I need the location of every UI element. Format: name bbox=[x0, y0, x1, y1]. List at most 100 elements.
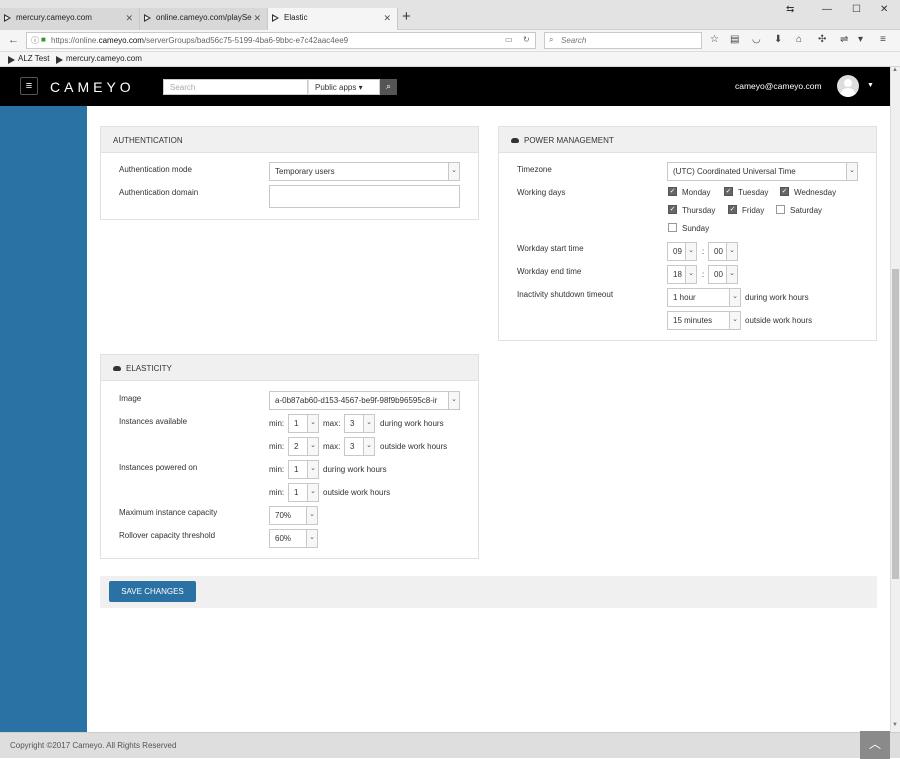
end-minute-select[interactable]: 00 ⌄ bbox=[708, 265, 738, 284]
powered-work-min-select[interactable]: 1 ⌄ bbox=[288, 460, 319, 479]
download-icon[interactable]: ⬇ bbox=[774, 34, 782, 45]
close-icon[interactable]: ✕ bbox=[125, 13, 133, 24]
checkbox-monday[interactable]: ✓ bbox=[668, 187, 677, 196]
app-search-placeholder: Search bbox=[170, 83, 196, 92]
app-search-input[interactable]: Search bbox=[163, 79, 308, 95]
url-bar[interactable]: ⓘ ■ https://online.cameyo.com/serverGrou… bbox=[26, 32, 536, 49]
chevron-down-icon: ⌄ bbox=[726, 243, 737, 260]
hamburger-menu-icon[interactable]: ≡ bbox=[20, 77, 38, 95]
reload-icon[interactable]: ↻ bbox=[523, 35, 530, 44]
avail-off-min-select[interactable]: 2 ⌄ bbox=[288, 437, 319, 456]
checkbox-tuesday[interactable]: ✓ bbox=[724, 187, 733, 196]
auth-domain-input[interactable] bbox=[269, 185, 460, 208]
scrollbar-thumb[interactable] bbox=[892, 269, 899, 579]
auth-mode-select[interactable]: Temporary users ⌄ bbox=[269, 162, 460, 181]
chevron-down-icon: ⌄ bbox=[363, 415, 374, 432]
inactivity-off-select[interactable]: 15 minutes ⌄ bbox=[667, 311, 741, 330]
scope-select[interactable]: Public apps ▾ bbox=[308, 79, 380, 95]
image-label: Image bbox=[119, 394, 142, 403]
powered-off-min-select[interactable]: 1 ⌄ bbox=[288, 483, 319, 502]
url-text: https://online.cameyo.com/serverGroups/b… bbox=[51, 36, 349, 45]
info-icon[interactable]: ⓘ bbox=[31, 35, 39, 46]
search-placeholder: Search bbox=[561, 36, 587, 45]
checkbox-friday[interactable]: ✓ bbox=[728, 205, 737, 214]
chevron-down-icon: ⌄ bbox=[448, 392, 459, 409]
panel-title: ELASTICITY bbox=[101, 355, 478, 381]
close-icon[interactable]: ✕ bbox=[383, 13, 391, 24]
close-window-icon[interactable]: ✕ bbox=[880, 4, 888, 15]
tab-label: mercury.cameyo.com bbox=[16, 13, 92, 22]
user-email[interactable]: cameyo@cameyo.com bbox=[735, 81, 822, 91]
during-work-hours-label: during work hours bbox=[323, 465, 387, 474]
search-icon[interactable]: ⌕ bbox=[380, 79, 397, 95]
pocket-icon[interactable]: ◡ bbox=[752, 34, 761, 45]
scroll-up-icon[interactable]: ▲ bbox=[892, 67, 898, 73]
max-capacity-select[interactable]: 70% ⌄ bbox=[269, 506, 318, 525]
menu-icon[interactable]: ≡ bbox=[880, 34, 886, 45]
addon-icon[interactable]: ⇌ bbox=[840, 34, 848, 45]
bookmark-mercury[interactable]: mercury.cameyo.com bbox=[54, 54, 142, 64]
day-label: Tuesday bbox=[738, 188, 769, 197]
authentication-panel: AUTHENTICATION Authentication mode Tempo… bbox=[100, 126, 479, 220]
tab-label: online.cameyo.com/playSe bbox=[156, 13, 252, 22]
minimize-icon[interactable]: — bbox=[822, 4, 832, 15]
close-icon[interactable]: ✕ bbox=[253, 13, 261, 24]
checkbox-saturday[interactable] bbox=[776, 205, 785, 214]
chevron-down-icon: ⌄ bbox=[729, 312, 740, 329]
chevron-down-icon: ⌄ bbox=[307, 415, 318, 432]
chevron-down-icon: ⌄ bbox=[685, 266, 696, 283]
bookmark-alz-test[interactable]: ALZ Test bbox=[6, 54, 49, 64]
star-icon[interactable]: ☆ bbox=[710, 34, 719, 45]
outside-work-hours-label: outside work hours bbox=[380, 442, 448, 451]
end-hour-select[interactable]: 18 ⌄ bbox=[667, 265, 697, 284]
cloud-icon bbox=[113, 366, 121, 371]
panel-title: AUTHENTICATION bbox=[101, 127, 478, 153]
avatar[interactable] bbox=[837, 75, 859, 97]
restore-arrows-icon[interactable]: ⇆ bbox=[786, 4, 794, 15]
chevron-down-icon: ⌄ bbox=[307, 438, 318, 455]
min-label: min: bbox=[269, 442, 285, 451]
timezone-select[interactable]: (UTC) Coordinated Universal Time ⌄ bbox=[667, 162, 858, 181]
save-changes-button[interactable]: SAVE CHANGES bbox=[109, 581, 196, 602]
day-label: Thursday bbox=[682, 206, 716, 215]
avail-work-max-select[interactable]: 3 ⌄ bbox=[344, 414, 375, 433]
checkbox-sunday[interactable] bbox=[668, 223, 677, 232]
save-bar: SAVE CHANGES bbox=[100, 576, 877, 608]
checkbox-wednesday[interactable]: ✓ bbox=[780, 187, 789, 196]
inactivity-work-select[interactable]: 1 hour ⌄ bbox=[667, 288, 741, 307]
page-scrollbar[interactable]: ▲ ▼ bbox=[890, 67, 900, 732]
day-label: Friday bbox=[742, 206, 765, 215]
caret-down-icon[interactable]: ▼ bbox=[867, 82, 874, 89]
chevron-down-icon: ⌄ bbox=[448, 163, 459, 180]
clipboard-icon[interactable]: ▤ bbox=[730, 34, 739, 45]
browser-tab-1[interactable]: mercury.cameyo.com ✕ bbox=[0, 8, 140, 30]
browser-tab-2[interactable]: online.cameyo.com/playSe ✕ bbox=[140, 8, 268, 30]
chevron-down-icon: ⌄ bbox=[363, 438, 374, 455]
chevron-down-icon: ⌄ bbox=[306, 530, 317, 547]
rollover-threshold-select[interactable]: 60% ⌄ bbox=[269, 529, 318, 548]
extension-icon[interactable]: ✣ bbox=[818, 34, 826, 45]
avail-off-max-select[interactable]: 3 ⌄ bbox=[344, 437, 375, 456]
back-to-top-icon[interactable]: ︿ bbox=[860, 731, 890, 759]
cameyo-logo: CAMEYO bbox=[50, 79, 135, 95]
browser-search-bar[interactable]: ⌕ Search bbox=[544, 32, 702, 49]
overflow-chevron-icon[interactable]: ▾ bbox=[858, 34, 863, 45]
start-hour-select[interactable]: 09 ⌄ bbox=[667, 242, 697, 261]
rollover-threshold-label: Rollover capacity threshold bbox=[119, 531, 216, 540]
new-tab-icon[interactable]: + bbox=[402, 9, 411, 24]
reader-view-icon[interactable]: ▭ bbox=[505, 35, 513, 44]
home-icon[interactable]: ⌂ bbox=[796, 34, 802, 45]
scroll-down-icon[interactable]: ▼ bbox=[892, 722, 898, 728]
max-label: max: bbox=[323, 419, 341, 428]
image-select[interactable]: a-0b87ab60-d153-4567-be9f-98f9b96595c8-i… bbox=[269, 391, 460, 410]
browser-tab-3[interactable]: Elastic ✕ bbox=[268, 8, 398, 30]
checkbox-thursday[interactable]: ✓ bbox=[668, 205, 677, 214]
during-work-hours-label: during work hours bbox=[745, 293, 809, 302]
maximize-icon[interactable]: ☐ bbox=[852, 4, 861, 15]
start-minute-select[interactable]: 00 ⌄ bbox=[708, 242, 738, 261]
avail-work-min-select[interactable]: 1 ⌄ bbox=[288, 414, 319, 433]
back-arrow-icon[interactable]: ← bbox=[8, 34, 19, 46]
search-icon: ⌕ bbox=[549, 35, 554, 44]
day-label: Monday bbox=[682, 188, 711, 197]
auth-mode-label: Authentication mode bbox=[119, 165, 192, 174]
